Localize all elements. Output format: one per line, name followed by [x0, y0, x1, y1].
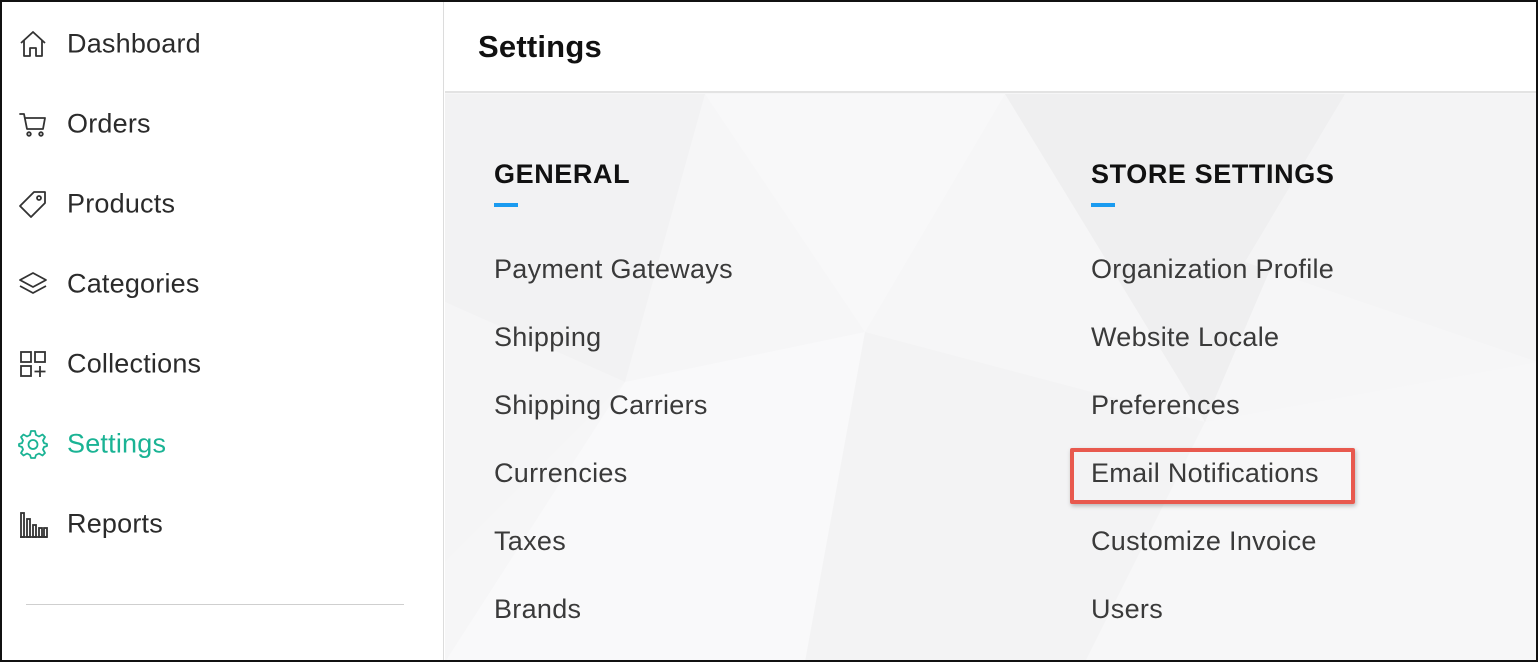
link-customize-invoice[interactable]: Customize Invoice [1091, 526, 1317, 557]
background-pattern [445, 94, 1536, 660]
link-preferences[interactable]: Preferences [1091, 390, 1240, 421]
general-heading-underline [494, 203, 518, 207]
sidebar-item-label: Collections [67, 348, 202, 379]
link-shipping[interactable]: Shipping [494, 322, 602, 353]
sidebar-item-categories[interactable]: Categories [2, 254, 442, 314]
link-brands[interactable]: Brands [494, 594, 581, 625]
main-content: Settings GENERAL Payment Gateways Shippi… [445, 2, 1536, 660]
top-bar: Settings [445, 2, 1536, 93]
link-users[interactable]: Users [1091, 594, 1163, 625]
sidebar-item-label: Products [67, 188, 176, 219]
sidebar-divider [26, 604, 404, 605]
link-shipping-carriers[interactable]: Shipping Carriers [494, 390, 708, 421]
cart-icon [17, 108, 49, 140]
general-heading: GENERAL [494, 159, 631, 189]
link-payment-gateways[interactable]: Payment Gateways [494, 254, 733, 285]
bar-chart-icon [17, 508, 49, 540]
link-email-notifications[interactable]: Email Notifications [1091, 458, 1319, 489]
link-currencies[interactable]: Currencies [494, 458, 628, 489]
sidebar-item-dashboard[interactable]: Dashboard [2, 14, 442, 74]
sidebar-item-reports[interactable]: Reports [2, 494, 442, 554]
home-icon [17, 28, 49, 60]
sidebar: Dashboard Orders Products Categories Col… [2, 2, 444, 660]
sidebar-item-collections[interactable]: Collections [2, 334, 442, 394]
link-organization-profile[interactable]: Organization Profile [1091, 254, 1334, 285]
sidebar-item-settings[interactable]: Settings [2, 414, 442, 474]
sidebar-item-label: Reports [67, 508, 163, 539]
layers-icon [17, 268, 49, 300]
app-window: Dashboard Orders Products Categories Col… [0, 0, 1538, 662]
store-settings-heading: STORE SETTINGS [1091, 159, 1335, 189]
link-taxes[interactable]: Taxes [494, 526, 566, 557]
sidebar-item-label: Categories [67, 268, 200, 299]
sidebar-item-label: Dashboard [67, 28, 201, 59]
tag-icon [17, 188, 49, 220]
sidebar-item-label: Orders [67, 108, 151, 139]
sidebar-item-orders[interactable]: Orders [2, 94, 442, 154]
page-title: Settings [478, 29, 602, 64]
gear-icon [17, 428, 49, 460]
sidebar-item-products[interactable]: Products [2, 174, 442, 234]
store-settings-heading-underline [1091, 203, 1115, 207]
grid-plus-icon [17, 348, 49, 380]
sidebar-item-label: Settings [67, 428, 167, 459]
link-website-locale[interactable]: Website Locale [1091, 322, 1279, 353]
